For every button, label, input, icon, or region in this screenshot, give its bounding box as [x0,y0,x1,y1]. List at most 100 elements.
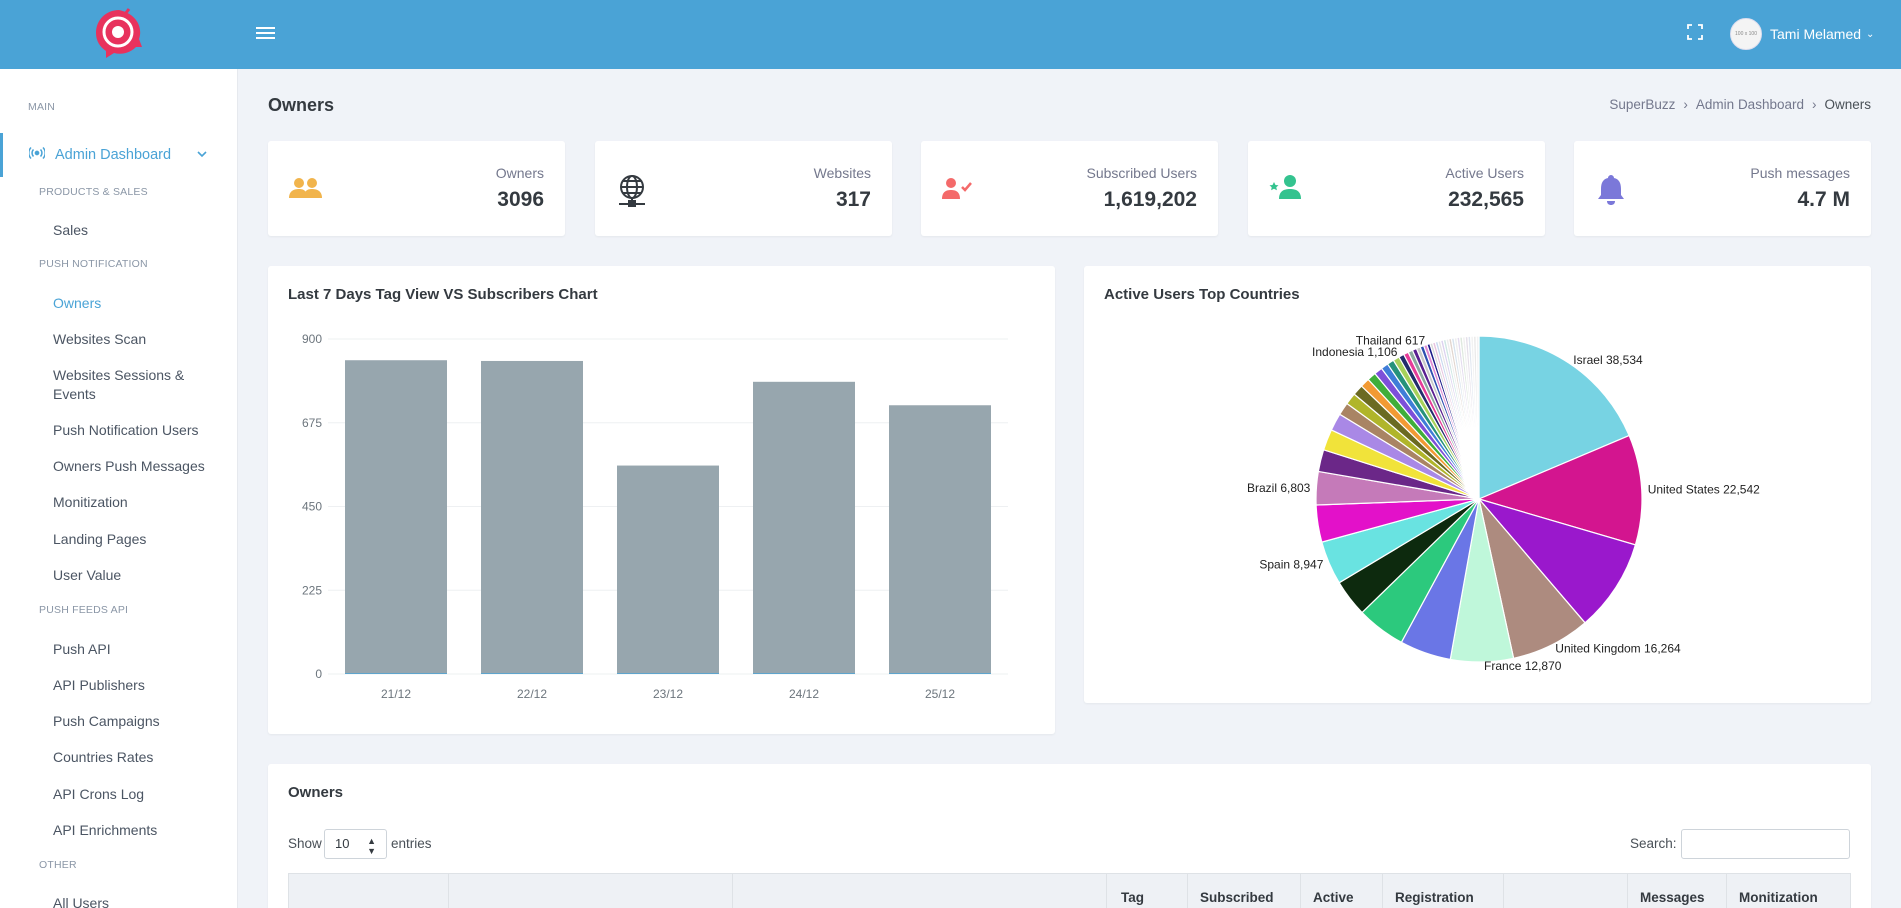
y-tick-label: 900 [302,332,322,346]
column-divider [1503,874,1504,908]
column-divider [1726,874,1727,908]
bar-subscribers[interactable] [753,673,855,674]
page-title: Owners [268,95,335,115]
bar-tag-view[interactable] [345,360,447,674]
stat-value: 1,619,202 [1103,188,1197,211]
menu-title-products-sales: PRODUCTS & SALES [39,186,148,198]
bar-chart: 0 225 450 675 900 21/12 22/12 23/12 24/12 25/12 [302,332,1008,701]
stat-label: Active Users [1445,165,1524,181]
sidebar-item-landing-pages[interactable]: Landing Pages [53,530,146,549]
breadcrumb-link-admin-dashboard[interactable]: Admin Dashboard [1696,97,1804,112]
pie-data-label: Thailand 617 [1356,333,1426,347]
y-tick-label: 675 [302,416,322,430]
sidebar-item-admin-dashboard[interactable]: Admin Dashboard [0,133,237,177]
x-tick-label: 23/12 [653,687,683,701]
stat-card-push-messages: Push messages 4.7 M [1574,141,1871,236]
search-label: Search: [1630,836,1677,851]
stat-label: Owners [495,165,544,181]
chevron-down-icon [196,147,208,165]
sidebar-item-api-crons-log[interactable]: API Crons Log [53,785,144,804]
breadcrumb: SuperBuzz › Admin Dashboard › Owners [1609,97,1871,112]
column-divider [732,874,733,908]
stat-value: 3096 [497,188,544,211]
column-header-messages[interactable]: Messages [1640,890,1705,905]
menu-title-push-feeds-api: PUSH FEEDS API [39,604,129,616]
stat-label: Subscribed Users [1086,165,1198,181]
sidebar-item-sales[interactable]: Sales [53,221,88,240]
user-menu[interactable]: 100 x 100 Tami Melamed ⌄ [1730,17,1874,51]
column-header-monitization[interactable]: Monitization [1739,890,1818,905]
breadcrumb-current: Owners [1824,97,1871,112]
x-tick-label: 22/12 [517,687,547,701]
column-divider [1627,874,1628,908]
superbuzz-logo-icon[interactable] [92,6,146,62]
hamburger-menu-icon[interactable] [256,24,280,44]
stat-label: Websites [813,165,871,181]
bar-subscribers[interactable] [889,673,991,674]
bar-tag-view[interactable] [481,360,583,674]
top-bar: 100 x 100 Tami Melamed ⌄ [0,0,1901,69]
y-tick-label: 0 [315,667,322,681]
menu-title-other: OTHER [39,859,77,871]
stat-card-owners: Owners 3096 [268,141,565,236]
column-header-active[interactable]: Active [1313,890,1354,905]
sidebar-item-api-enrichments[interactable]: API Enrichments [53,821,157,840]
sidebar-item-user-value[interactable]: User Value [53,566,121,585]
sidebar-item-owners[interactable]: Owners [53,294,101,313]
sidebar-item-owners-push-messages[interactable]: Owners Push Messages [53,457,205,476]
sidebar-item-push-campaigns[interactable]: Push Campaigns [53,712,160,731]
stat-card-websites: Websites 317 [595,141,892,236]
column-header-subscribed[interactable]: Subscribed [1200,890,1274,905]
pie-chart-card: Active Users Top Countries Israel 38,534… [1084,266,1871,703]
bar-subscribers[interactable] [345,673,447,674]
bar-tag-view[interactable] [617,465,719,674]
sidebar-item-countries-rates[interactable]: Countries Rates [53,748,153,767]
x-tick-label: 21/12 [381,687,411,701]
column-divider [1382,874,1383,908]
column-divider [1106,874,1107,908]
bell-icon [1594,174,1630,205]
x-tick-label: 25/12 [925,687,955,701]
sidebar-item-websites-scan[interactable]: Websites Scan [53,330,146,349]
menu-title-main: MAIN [28,101,56,113]
search-input[interactable] [1681,829,1850,859]
pie-data-label: United States 22,542 [1648,482,1760,496]
table-title: Owners [288,784,344,801]
fullscreen-icon[interactable] [1687,24,1707,44]
sidebar-item-api-publishers[interactable]: API Publishers [53,676,145,695]
pie-data-label: Brazil 6,803 [1247,481,1311,495]
sidebar-item-push-notification-users[interactable]: Push Notification Users [53,421,199,440]
sidebar-item-websites-sessions-events[interactable]: Websites Sessions & Events [53,366,203,404]
stat-value: 4.7 M [1797,188,1850,211]
show-label: Show [288,836,322,851]
column-header-tag[interactable]: Tag [1121,890,1144,905]
y-tick-label: 225 [302,583,322,597]
user-name: Tami Melamed [1770,26,1862,42]
pie-data-label: United Kingdom 16,264 [1555,642,1681,656]
bar-chart-card: Last 7 Days Tag View VS Subscribers Char… [268,266,1055,734]
stat-value: 317 [835,188,871,211]
entries-select[interactable]: 10 ▲ ▼ [324,829,387,859]
stat-label: Push messages [1750,165,1850,181]
bar-subscribers[interactable] [617,673,719,674]
avatar: 100 x 100 [1730,18,1762,50]
column-divider [448,874,449,908]
bar-tag-view[interactable] [889,405,991,674]
users-icon [288,174,324,204]
sidebar-item-push-api[interactable]: Push API [53,640,111,659]
stat-card-subscribed-users: Subscribed Users 1,619,202 [921,141,1218,236]
menu-title-push-notification: PUSH NOTIFICATION [39,258,148,270]
owners-table-card: Owners Show 10 ▲ ▼ entries Search: Tag Su… [268,764,1871,908]
column-header-registration[interactable]: Registration [1395,890,1474,905]
pie-data-label: France 12,870 [1484,659,1562,673]
bar-tag-view[interactable] [753,381,855,674]
pie-chart: Israel 38,534 United States 22,542 United … [1247,333,1760,673]
chevron-down-icon: ⌄ [1866,28,1875,40]
stat-value: 232,565 [1448,188,1524,211]
sidebar-item-monitization[interactable]: Monitization [53,493,128,512]
globe-network-icon [615,174,651,207]
column-divider [1300,874,1301,908]
breadcrumb-link-superbuzz[interactable]: SuperBuzz [1609,97,1675,112]
bar-subscribers[interactable] [481,673,583,674]
sidebar-item-all-users[interactable]: All Users [53,894,109,908]
